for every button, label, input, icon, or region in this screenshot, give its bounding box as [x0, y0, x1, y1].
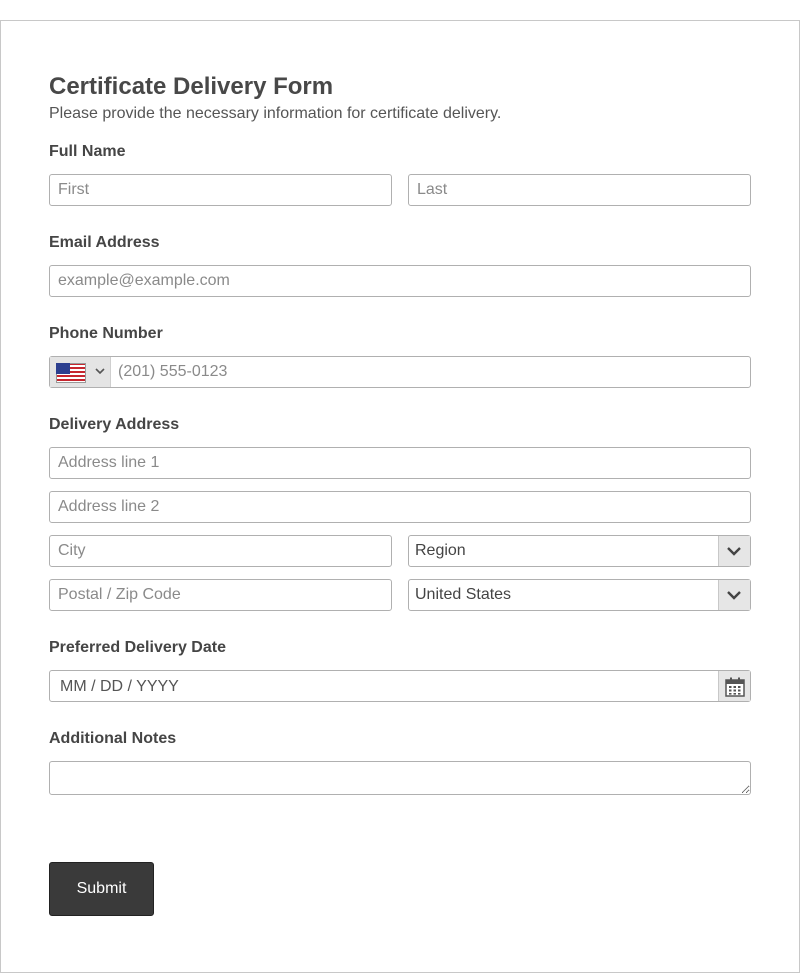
phone-label: Phone Number: [49, 325, 163, 342]
region-select-value: Region: [415, 542, 466, 559]
chevron-down-icon: [727, 547, 741, 556]
delivery-date-field[interactable]: MM / DD / YYYY: [49, 670, 751, 702]
form-subtitle: Please provide the necessary information…: [49, 105, 502, 122]
full-name-label: Full Name: [49, 143, 126, 160]
country-dropdown-button[interactable]: [718, 580, 750, 610]
last-name-input[interactable]: [409, 175, 750, 205]
chevron-down-icon: [95, 368, 105, 375]
first-name-input[interactable]: [50, 175, 391, 205]
first-name-field: [49, 174, 392, 206]
last-name-field: [408, 174, 751, 206]
email-input[interactable]: [50, 266, 750, 296]
form-card: Certificate Delivery Form Please provide…: [0, 20, 800, 973]
city-field: [49, 535, 392, 567]
phone-input[interactable]: [110, 357, 750, 387]
notes-textarea[interactable]: [49, 761, 751, 795]
country-select[interactable]: United States: [408, 579, 751, 611]
us-flag-icon: [56, 363, 86, 383]
chevron-down-icon: [727, 591, 741, 600]
address-line1-field: [49, 447, 751, 479]
region-dropdown-button[interactable]: [718, 536, 750, 566]
region-select[interactable]: Region: [408, 535, 751, 567]
phone-field: [49, 356, 751, 388]
delivery-date-placeholder: MM / DD / YYYY: [60, 678, 179, 695]
phone-input-wrap: [110, 357, 750, 387]
address-label: Delivery Address: [49, 416, 180, 433]
calendar-icon: [725, 677, 745, 697]
email-field: [49, 265, 751, 297]
country-select-value: United States: [415, 586, 512, 603]
address-line1-input[interactable]: [50, 448, 750, 478]
country-code-dropdown[interactable]: [50, 357, 111, 387]
notes-label: Additional Notes: [49, 730, 177, 747]
calendar-button[interactable]: [718, 671, 750, 701]
submit-button[interactable]: Submit: [49, 862, 154, 916]
postal-code-field: [49, 579, 392, 611]
address-line2-field: [49, 491, 751, 523]
email-label: Email Address: [49, 234, 160, 251]
city-input[interactable]: [50, 536, 391, 566]
form-title: Certificate Delivery Form: [49, 73, 334, 100]
delivery-date-label: Preferred Delivery Date: [49, 639, 226, 656]
postal-code-input[interactable]: [50, 580, 391, 610]
address-line2-input[interactable]: [50, 492, 750, 522]
